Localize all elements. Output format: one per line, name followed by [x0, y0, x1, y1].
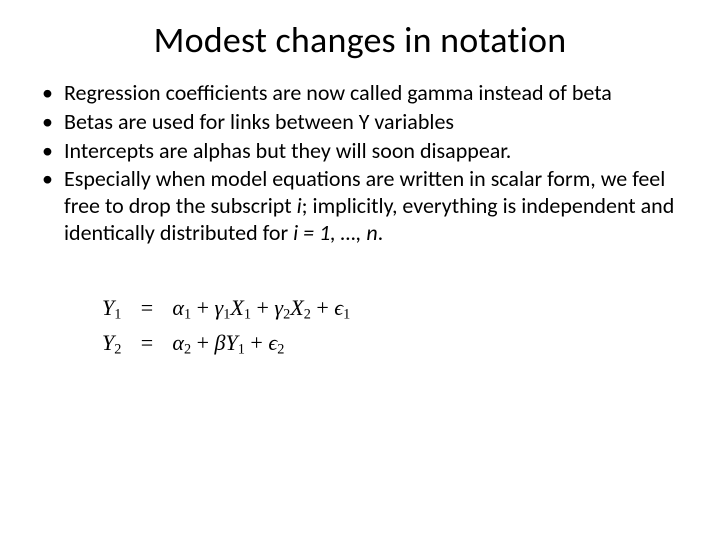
list-item: Especially when model equations are writ…: [32, 166, 688, 246]
equation-row-2: Y2 = α2 + βY1 + ϵ2: [102, 330, 688, 359]
equation-block: Y1 = α1 + γ1X1 + γ2X2 + ϵ1 Y2 = α2 + βY1…: [102, 295, 688, 358]
list-item: Regression coefficients are now called g…: [32, 80, 688, 107]
bullet-list: Regression coefficients are now called g…: [32, 80, 688, 247]
slide-title: Modest changes in notation: [32, 18, 688, 62]
list-item: Betas are used for links between Y varia…: [32, 109, 688, 136]
list-item: Intercepts are alphas but they will soon…: [32, 138, 688, 165]
equation-row-1: Y1 = α1 + γ1X1 + γ2X2 + ϵ1: [102, 295, 688, 324]
